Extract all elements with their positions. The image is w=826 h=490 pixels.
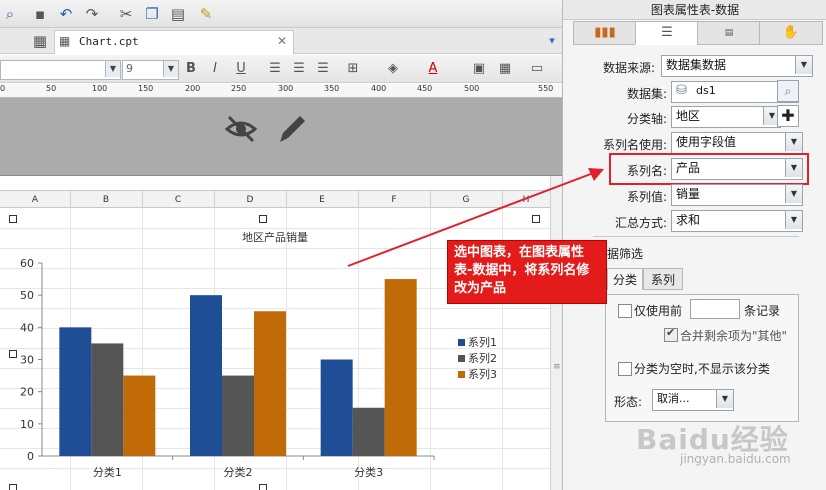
watermark-url: jingyan.baidu.com <box>680 452 791 466</box>
annotation-arrow <box>347 168 604 267</box>
callout-note: 选中图表，在图表属性表-数据中，将系列名修改为产品 <box>447 240 607 304</box>
